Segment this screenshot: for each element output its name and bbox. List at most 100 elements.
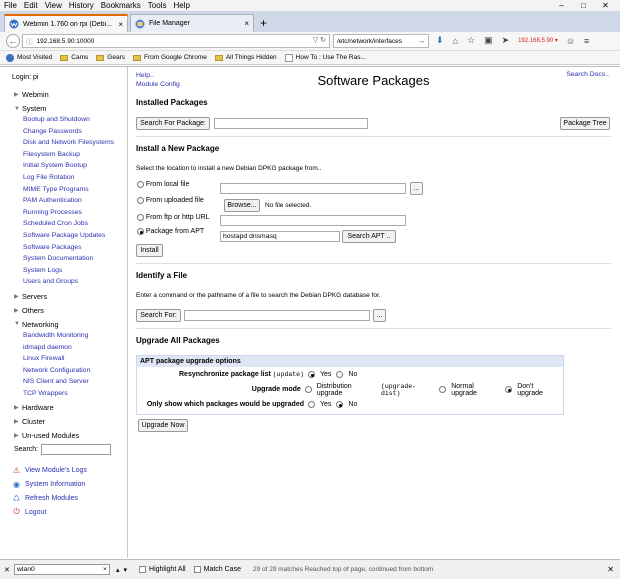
search-for-package-button[interactable]: Search For Package: — [136, 117, 210, 130]
radio-uploaded-file[interactable] — [137, 197, 144, 204]
bookmark-all-things-hidden[interactable]: All Things Hidden — [214, 54, 277, 61]
new-tab-button[interactable]: + — [260, 14, 267, 32]
module-bootup-shutdown[interactable]: Bootup and Shutdown — [23, 114, 127, 126]
category-cluster[interactable]: ▶ Cluster — [14, 416, 127, 427]
category-unused[interactable]: ▶ Un-used Modules — [14, 430, 127, 441]
match-case-option[interactable]: Match Case — [193, 566, 241, 573]
radio-apt[interactable] — [137, 228, 144, 235]
maximize-button[interactable]: □ — [576, 0, 591, 11]
module-idmapd[interactable]: idmapd daemon — [23, 342, 127, 354]
module-filesystem-backup[interactable]: Filesystem Backup — [23, 149, 127, 161]
home-icon[interactable]: ⌂ — [453, 36, 458, 46]
clear-find-icon[interactable]: × — [103, 565, 107, 574]
option-ftp-url[interactable]: From ftp or http URL — [137, 214, 210, 221]
radio-show-yes[interactable] — [308, 401, 315, 408]
sidebar-search-input[interactable] — [41, 444, 112, 456]
refresh-modules-link[interactable]: ♺ Refresh Modules — [12, 491, 127, 505]
find-input[interactable]: wlan0 × — [14, 564, 110, 575]
module-linux-firewall[interactable]: Linux Firewall — [23, 353, 127, 365]
search-for-button[interactable]: Search For: — [136, 309, 181, 322]
package-tree-button[interactable]: Package Tree — [560, 117, 610, 130]
module-change-passwords[interactable]: Change Passwords — [23, 126, 127, 138]
install-button[interactable]: Install — [136, 244, 163, 257]
logout-link[interactable]: ⏻ Logout — [12, 505, 127, 519]
bookmark-most-visited[interactable]: Most Visited — [6, 53, 52, 62]
close-tab-icon[interactable]: × — [118, 20, 123, 29]
bookmark-how-to[interactable]: How To : Use The Ras... — [284, 53, 366, 62]
module-bandwidth[interactable]: Bandwidth Monitoring — [23, 330, 127, 342]
download-icon[interactable]: ⬇ — [436, 35, 444, 46]
view-module-logs-link[interactable]: ⚠ View Module's Logs — [12, 463, 127, 477]
category-servers[interactable]: ▶ Servers — [14, 291, 127, 302]
menu-edit[interactable]: Edit — [24, 1, 38, 10]
module-software-packages[interactable]: Software Packages — [23, 242, 127, 254]
menu-view[interactable]: View — [45, 1, 62, 10]
smiley-icon[interactable]: ☺ — [566, 36, 575, 46]
category-webmin[interactable]: ▶ Webmin — [14, 89, 127, 100]
menu-tools[interactable]: Tools — [148, 1, 167, 10]
menu-bookmarks[interactable]: Bookmarks — [101, 1, 141, 10]
category-others[interactable]: ▶ Others — [14, 305, 127, 316]
bookmark-gears[interactable]: Gears — [96, 54, 125, 61]
match-case-checkbox[interactable] — [193, 566, 201, 573]
radio-resync-no[interactable] — [336, 371, 344, 378]
module-nis[interactable]: NIS Client and Server — [23, 376, 127, 388]
module-network-config[interactable]: Network Configuration — [23, 365, 127, 377]
send-icon[interactable]: ➤ — [502, 35, 510, 46]
browse-upload-button[interactable]: Browse... — [224, 199, 260, 212]
identify-file-input[interactable] — [184, 310, 370, 321]
close-tab-icon[interactable]: × — [244, 19, 249, 28]
search-go-icon[interactable]: → — [418, 38, 425, 45]
close-window-button[interactable]: ✕ — [598, 0, 613, 11]
find-close-icon[interactable]: ✕ — [4, 566, 12, 574]
module-pam[interactable]: PAM Authentication — [23, 195, 127, 207]
radio-resync-yes[interactable] — [308, 371, 315, 378]
module-cron-jobs[interactable]: Scheduled Cron Jobs — [23, 218, 127, 230]
bookmark-from-google-chrome[interactable]: From Google Chrome — [132, 54, 207, 61]
local-file-input[interactable] — [220, 183, 406, 194]
bookmark-star-icon[interactable]: ☆ — [467, 35, 475, 46]
category-networking[interactable]: ▼ Networking — [14, 319, 127, 330]
category-hardware[interactable]: ▶ Hardware — [14, 402, 127, 413]
module-users-groups[interactable]: Users and Groups — [23, 276, 127, 288]
module-tcp-wrappers[interactable]: TCP Wrappers — [23, 388, 127, 400]
radio-normal-upgrade[interactable] — [439, 386, 447, 393]
module-disk-network-fs[interactable]: Disk and Network Filesystems — [23, 137, 127, 149]
bookmark-cams[interactable]: Cams — [60, 54, 88, 61]
back-button[interactable]: ← — [6, 34, 20, 48]
module-initial-bootup[interactable]: Initial System Bootup — [23, 160, 127, 172]
menu-history[interactable]: History — [69, 1, 94, 10]
search-docs-link[interactable]: Search Docs.. — [566, 71, 609, 78]
radio-show-no[interactable] — [336, 401, 344, 408]
system-information-link[interactable]: ◉ System Information — [12, 477, 127, 491]
radio-dont-upgrade[interactable] — [505, 386, 513, 393]
tab-file-manager[interactable]: File Manager × — [130, 14, 254, 32]
upgrade-now-button[interactable]: Upgrade Now — [138, 419, 188, 432]
radio-ftp-url[interactable] — [137, 214, 144, 221]
minimize-button[interactable]: – — [554, 0, 569, 11]
option-uploaded-file[interactable]: From uploaded file — [137, 197, 204, 204]
highlight-all-option[interactable]: Highlight All — [139, 566, 186, 573]
ip-badge[interactable]: 192.168.5.90 ▾ — [518, 37, 558, 44]
find-prev-next[interactable]: ▴▾ — [116, 566, 131, 574]
pocket-icon[interactable]: ▣ — [484, 35, 493, 46]
local-file-browse-button[interactable]: ... — [410, 182, 423, 195]
module-mime-types[interactable]: MIME Type Programs — [23, 184, 127, 196]
module-log-rotation[interactable]: Log File Rotation — [23, 172, 127, 184]
reload-icon[interactable]: ▽ ↻ — [313, 36, 326, 44]
info-icon[interactable]: ⓘ — [26, 36, 33, 46]
module-system-logs[interactable]: System Logs — [23, 265, 127, 277]
ftp-url-input[interactable] — [220, 215, 406, 226]
module-package-updates[interactable]: Software Package Updates — [23, 230, 127, 242]
category-system[interactable]: ▼ System — [14, 103, 127, 114]
menu-file[interactable]: File — [4, 1, 17, 10]
radio-dist-upgrade[interactable] — [304, 386, 312, 393]
module-system-docs[interactable]: System Documentation — [23, 253, 127, 265]
option-local-file[interactable]: From local file — [137, 181, 189, 188]
module-running-processes[interactable]: Running Processes — [23, 207, 127, 219]
radio-local-file[interactable] — [137, 181, 144, 188]
highlight-all-checkbox[interactable] — [139, 566, 147, 573]
close-findbar-icon[interactable]: ✕ — [607, 565, 614, 574]
package-search-input[interactable] — [214, 118, 368, 129]
option-apt[interactable]: Package from APT — [137, 228, 204, 235]
